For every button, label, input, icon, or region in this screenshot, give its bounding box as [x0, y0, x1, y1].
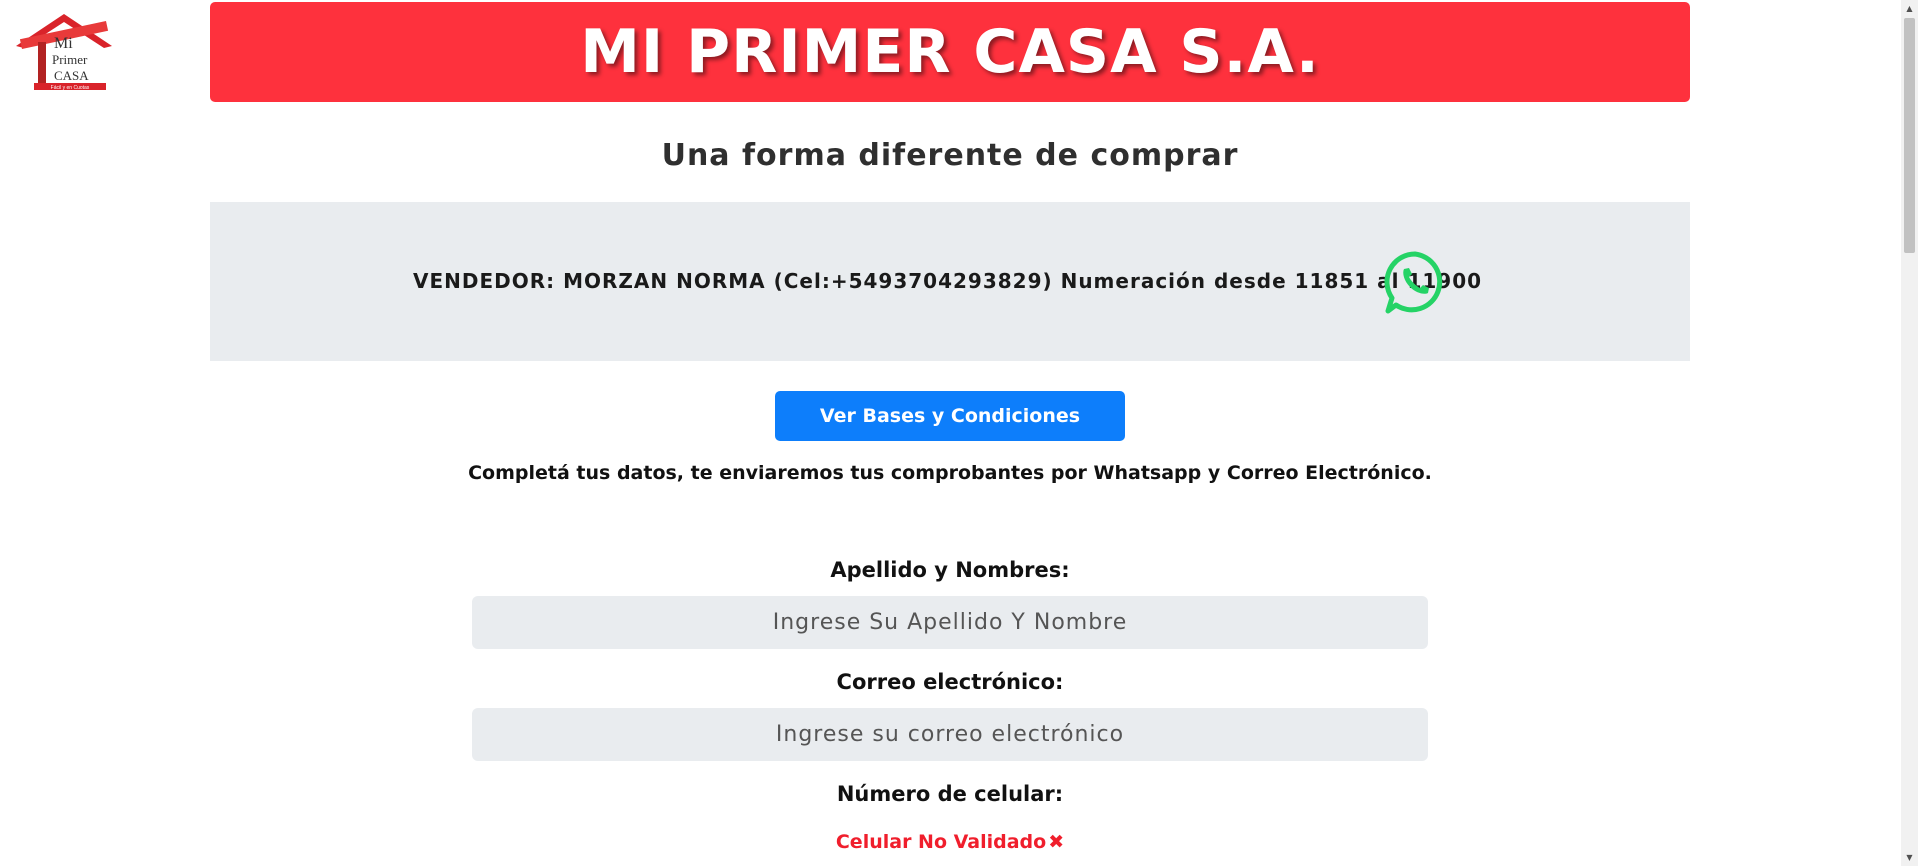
company-logo[interactable]: Mi Primer CASA Fácil y en Cuotas — [12, 12, 116, 92]
scrollbar[interactable]: ▲ ▼ — [1901, 0, 1918, 866]
page-subtitle: Una forma diferente de comprar — [661, 138, 1239, 173]
info-text: Completá tus datos, te enviaremos tus co… — [468, 462, 1432, 484]
header-banner: MI PRIMER CASA S.A. — [210, 2, 1690, 102]
seller-info-text: VENDEDOR: MORZAN NORMA (Cel:+54937042938… — [413, 269, 1483, 293]
phone-validation-status: Celular No Validado ✖ — [210, 831, 1690, 853]
email-label: Correo electrónico: — [836, 670, 1064, 694]
email-input[interactable] — [472, 708, 1428, 761]
name-input[interactable] — [472, 596, 1428, 649]
scrollbar-thumb[interactable] — [1904, 18, 1915, 253]
phone-label: Número de celular: — [836, 782, 1064, 806]
name-label: Apellido y Nombres: — [830, 558, 1070, 582]
whatsapp-icon[interactable] — [1382, 249, 1448, 315]
scroll-down-arrow-icon[interactable]: ▼ — [1901, 849, 1918, 866]
logo-text-primer: Primer — [52, 52, 88, 67]
scroll-up-arrow-icon[interactable]: ▲ — [1901, 0, 1918, 17]
page: Mi Primer CASA Fácil y en Cuotas MI PRIM… — [0, 0, 1918, 866]
terms-conditions-button[interactable]: Ver Bases y Condiciones — [775, 391, 1125, 441]
phone-status-text: Celular No Validado — [835, 831, 1047, 853]
logo-text-casa: CASA — [54, 68, 89, 83]
page-title: MI PRIMER CASA S.A. — [580, 17, 1320, 87]
cross-icon: ✖ — [1048, 831, 1065, 853]
seller-info-panel: VENDEDOR: MORZAN NORMA (Cel:+54937042938… — [210, 202, 1690, 361]
logo-text-mi: Mi — [54, 35, 73, 52]
logo-tagline: Fácil y en Cuotas — [51, 85, 90, 91]
